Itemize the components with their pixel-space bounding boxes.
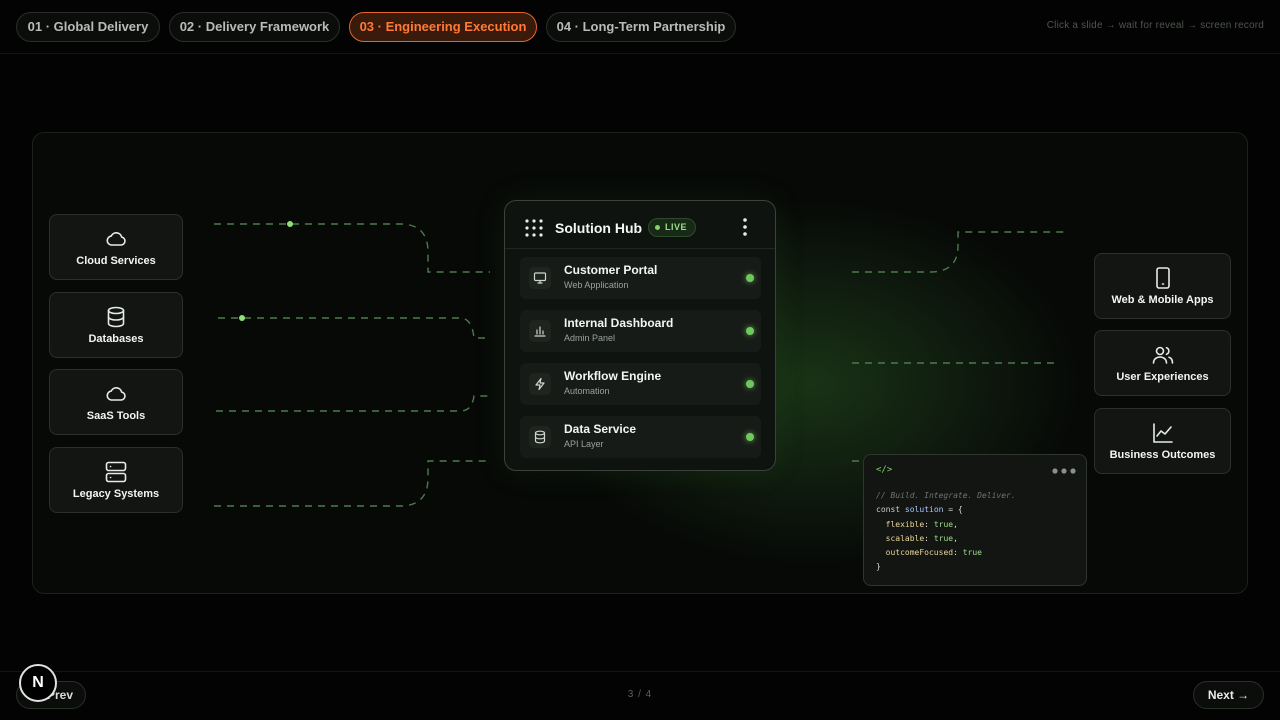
- source-label: Cloud Services: [76, 255, 156, 267]
- source-label: Legacy Systems: [72, 488, 160, 500]
- code-value: true: [933, 533, 954, 543]
- tab-long-term-partnership[interactable]: 04 · Long-Term Partnership: [546, 12, 736, 42]
- instruction-hint: Click a slide → wait for reveal → screen…: [1046, 20, 1264, 31]
- server-icon: [105, 461, 127, 483]
- output-label: Business Outcomes: [1109, 449, 1216, 461]
- code-key: outcomeFocused: [885, 548, 954, 558]
- cloud-icon: [106, 232, 126, 246]
- output-user-experiences[interactable]: User Experiences: [1094, 330, 1231, 396]
- line-chart-icon: [1152, 423, 1173, 443]
- more-vertical-icon[interactable]: [737, 217, 753, 237]
- cloud-icon: [106, 387, 126, 401]
- source-label: SaaS Tools: [86, 410, 146, 422]
- service-customer-portal[interactable]: Customer Portal Web Application: [520, 257, 761, 299]
- code-snippet-card: </> // Build. Integrate. Deliver. const …: [863, 454, 1087, 586]
- database-icon: [107, 306, 125, 328]
- code-body: // Build. Integrate. Deliver. const solu…: [876, 491, 1016, 572]
- code-key: flexible: [885, 519, 925, 529]
- tab-delivery-framework[interactable]: 02 · Delivery Framework: [169, 12, 340, 42]
- service-internal-dashboard[interactable]: Internal Dashboard Admin Panel: [520, 310, 761, 352]
- slide-tab-bar: 01 · Global Delivery 02 · Delivery Frame…: [0, 0, 1280, 54]
- database-icon: [529, 426, 551, 448]
- code-comment: // Build. Integrate. Deliver.: [876, 491, 1016, 500]
- tab-global-delivery[interactable]: 01 · Global Delivery: [16, 12, 160, 42]
- service-subtitle: API Layer: [564, 439, 604, 449]
- source-databases[interactable]: Databases: [49, 292, 183, 358]
- service-name: Data Service: [564, 422, 637, 436]
- source-cloud-services[interactable]: Cloud Services: [49, 214, 183, 280]
- code-close-brace: }: [876, 562, 881, 572]
- lightning-icon: [529, 373, 551, 395]
- service-subtitle: Automation: [564, 386, 610, 396]
- status-dot-icon: [746, 433, 754, 441]
- live-dot-icon: [655, 225, 660, 230]
- source-label: Databases: [88, 333, 144, 345]
- code-value: true: [933, 519, 954, 529]
- service-name: Internal Dashboard: [564, 316, 674, 330]
- smartphone-icon: [1155, 267, 1170, 289]
- solution-hub-card: Solution Hub LIVE Customer Portal Web Ap…: [504, 200, 776, 471]
- hub-title: Solution Hub: [555, 220, 643, 236]
- bar-chart-icon: [529, 320, 551, 342]
- code-keyword: const: [876, 505, 901, 515]
- service-data-service[interactable]: Data Service API Layer: [520, 416, 761, 458]
- hub-header: Solution Hub LIVE: [505, 201, 775, 249]
- output-label: Web & Mobile Apps: [1111, 294, 1214, 306]
- live-status-badge: LIVE: [648, 218, 696, 237]
- status-dot-icon: [746, 380, 754, 388]
- tab-engineering-execution[interactable]: 03 · Engineering Execution: [349, 12, 537, 42]
- source-saas-tools[interactable]: SaaS Tools: [49, 369, 183, 435]
- code-key: scalable: [885, 533, 925, 543]
- code-operator: = {: [943, 505, 963, 515]
- code-icon: </>: [876, 465, 893, 475]
- grid-dots-icon: [525, 219, 543, 237]
- service-name: Workflow Engine: [564, 369, 662, 383]
- output-web-mobile-apps[interactable]: Web & Mobile Apps: [1094, 253, 1231, 319]
- source-legacy-systems[interactable]: Legacy Systems: [49, 447, 183, 513]
- slide-counter: 3 / 4: [627, 689, 653, 700]
- monitor-icon: [529, 267, 551, 289]
- status-dot-icon: [746, 274, 754, 282]
- window-dots-icon: [1052, 468, 1076, 474]
- service-subtitle: Web Application: [564, 280, 629, 290]
- next-button[interactable]: Next →: [1193, 681, 1264, 709]
- status-dot-icon: [746, 327, 754, 335]
- output-business-outcomes[interactable]: Business Outcomes: [1094, 408, 1231, 474]
- code-value: true: [962, 548, 982, 558]
- code-variable: solution: [904, 505, 944, 515]
- service-workflow-engine[interactable]: Workflow Engine Automation: [520, 363, 761, 405]
- output-label: User Experiences: [1116, 371, 1209, 383]
- n-logo-icon[interactable]: N: [19, 664, 57, 702]
- users-icon: [1152, 346, 1173, 364]
- service-subtitle: Admin Panel: [564, 333, 616, 343]
- live-status-text: LIVE: [665, 222, 688, 232]
- service-name: Customer Portal: [564, 263, 658, 277]
